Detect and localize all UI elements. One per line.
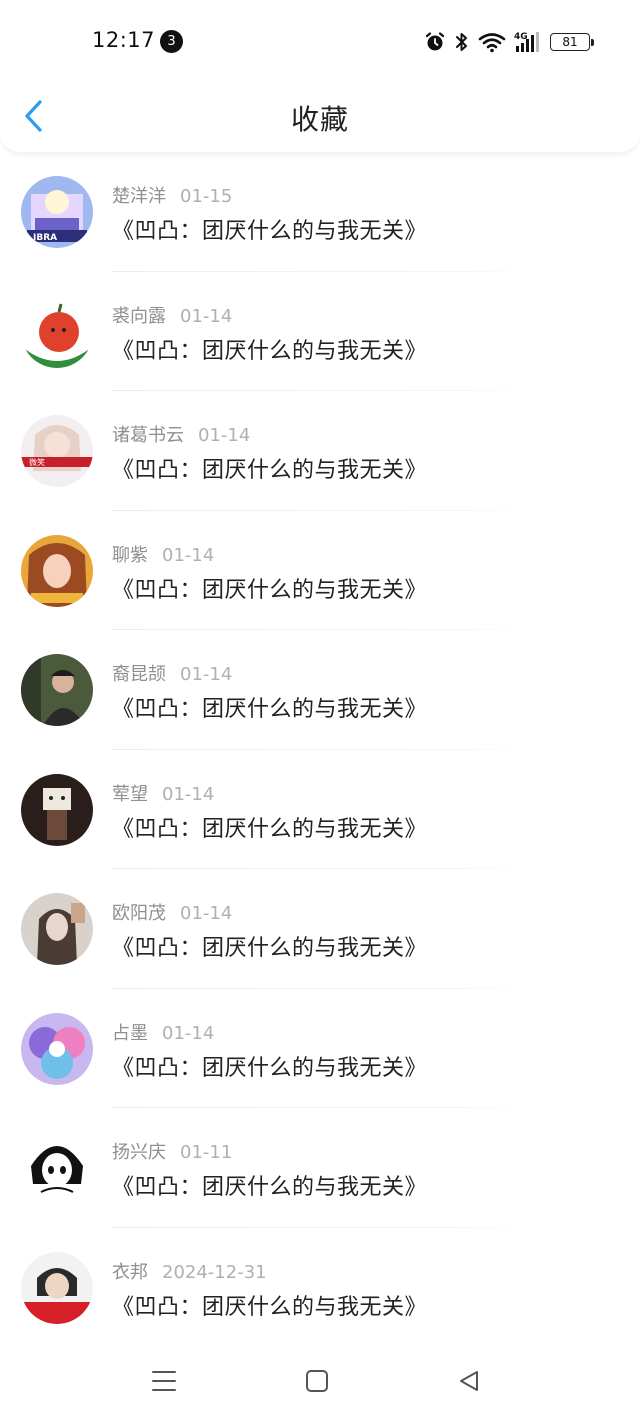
avatar: IBRA (21, 176, 93, 248)
favorite-date: 01-14 (180, 664, 233, 685)
work-title: 《凹凸：团厌什么的与我无关》 (112, 458, 428, 483)
app-header: 收藏 (0, 84, 640, 152)
status-time: 12:17 (92, 28, 156, 52)
favorite-date: 01-14 (162, 1022, 215, 1044)
author-name: 占墨 (112, 1022, 148, 1044)
list-item[interactable]: 扬兴庆 01-11 《凹凸：团厌什么的与我无关》 (0, 1108, 640, 1228)
status-bar: 12:17 3 4G 81 (0, 0, 640, 84)
favorite-date: 01-11 (180, 1142, 233, 1163)
avatar: 微笑 (21, 415, 93, 487)
favorite-date: 01-14 (180, 305, 233, 327)
nav-home-button[interactable] (297, 1366, 337, 1400)
author-name: 荤望 (112, 783, 148, 805)
bluetooth-icon (454, 31, 470, 53)
favorite-date: 01-15 (180, 186, 233, 207)
avatar (21, 654, 93, 726)
author-name: 裔昆颉 (112, 664, 166, 685)
work-title: 《凹凸：团厌什么的与我无关》 (112, 1055, 428, 1081)
author-name: 诸葛书云 (112, 425, 184, 446)
avatar (21, 1012, 93, 1085)
avatar (21, 893, 93, 965)
work-title: 《凹凸：团厌什么的与我无关》 (112, 1294, 428, 1320)
nav-menu-button[interactable] (144, 1366, 184, 1400)
author-name: 衣邦 (112, 1261, 148, 1283)
system-nav-bar (0, 1350, 640, 1422)
svg-text:微笑: 微笑 (29, 457, 45, 467)
author-name: 裘向露 (112, 305, 166, 327)
wifi-icon (478, 31, 506, 53)
work-title: 《凹凸：团厌什么的与我无关》 (112, 1175, 428, 1200)
list-item[interactable]: IBRA 楚洋洋 01-15 《凹凸：团厌什么的与我无关》 (0, 152, 640, 272)
work-title: 《凹凸：团厌什么的与我无关》 (112, 577, 428, 603)
svg-text:IBRA: IBRA (33, 233, 57, 243)
svg-text:4G: 4G (514, 32, 528, 42)
notification-badge: 3 (160, 30, 183, 53)
work-title: 《凹凸：团厌什么的与我无关》 (112, 816, 428, 842)
work-title: 《凹凸：团厌什么的与我无关》 (112, 338, 428, 364)
page-title: 收藏 (290, 103, 349, 136)
favorites-list: IBRA 楚洋洋 01-15 《凹凸：团厌什么的与我无关》 裘向露 01-14 《凹… (0, 152, 640, 1347)
favorite-date: 2024-12-31 (162, 1261, 267, 1283)
work-title: 《凹凸：团厌什么的与我无关》 (112, 697, 428, 722)
signal-4g-icon: 4G (514, 30, 542, 54)
status-icons: 4G 81 (424, 28, 594, 56)
author-name: 欧阳茂 (112, 903, 166, 924)
avatar (21, 1132, 93, 1204)
work-title: 《凹凸：团厌什么的与我无关》 (112, 936, 428, 961)
list-item[interactable]: 荤望 01-14 《凹凸：团厌什么的与我无关》 (0, 750, 640, 869)
favorite-date: 01-14 (180, 903, 233, 924)
list-item[interactable]: 聊紫 01-14 《凹凸：团厌什么的与我无关》 (0, 511, 640, 630)
alarm-icon (424, 31, 446, 53)
avatar (21, 534, 93, 607)
avatar (21, 773, 93, 846)
battery-indicator: 81 (550, 33, 594, 51)
favorite-date: 01-14 (162, 544, 215, 566)
home-square-icon (305, 1369, 329, 1397)
author-name: 聊紫 (112, 544, 148, 566)
back-triangle-icon (457, 1369, 481, 1397)
author-name: 扬兴庆 (112, 1142, 166, 1163)
list-item[interactable]: 衣邦 2024-12-31 《凹凸：团厌什么的与我无关》 (0, 1228, 640, 1348)
favorite-date: 01-14 (198, 425, 251, 446)
list-item[interactable]: 裘向露 01-14 《凹凸：团厌什么的与我无关》 (0, 272, 640, 391)
author-name: 楚洋洋 (112, 186, 166, 207)
work-title: 《凹凸：团厌什么的与我无关》 (112, 219, 428, 244)
list-item[interactable]: 欧阳茂 01-14 《凹凸：团厌什么的与我无关》 (0, 869, 640, 989)
list-item[interactable]: 裔昆颉 01-14 《凹凸：团厌什么的与我无关》 (0, 630, 640, 750)
menu-icon (151, 1369, 177, 1397)
avatar (21, 295, 93, 368)
nav-back-button[interactable] (449, 1366, 489, 1400)
list-item[interactable]: 微笑 诸葛书云 01-14 《凹凸：团厌什么的与我无关》 (0, 391, 640, 511)
avatar (21, 1251, 93, 1324)
favorite-date: 01-14 (162, 783, 215, 805)
list-item[interactable]: 占墨 01-14 《凹凸：团厌什么的与我无关》 (0, 989, 640, 1108)
